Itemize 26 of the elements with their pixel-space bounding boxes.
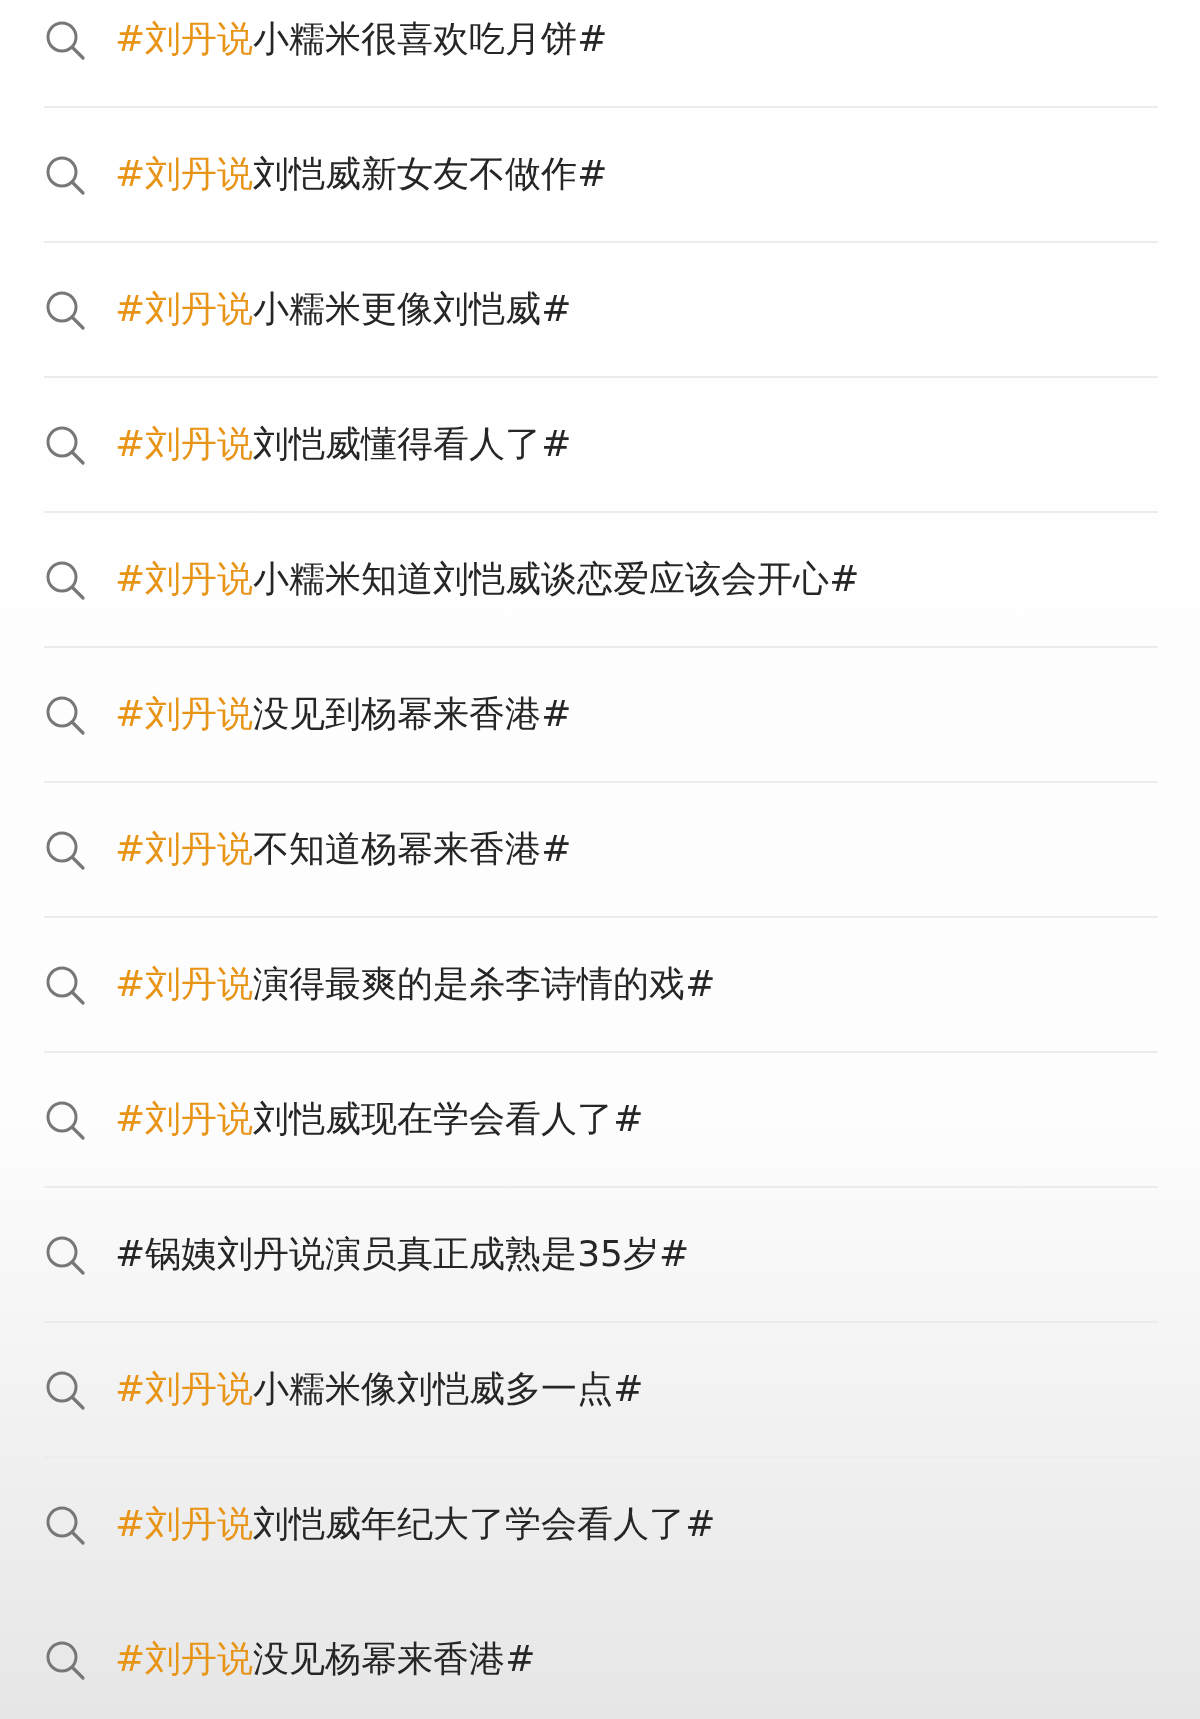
- suggestion-item[interactable]: #刘丹说刘恺威懂得看人了#: [44, 378, 1158, 513]
- suggestion-text: #刘丹说刘恺威懂得看人了#: [115, 422, 572, 466]
- suggestion-text: #刘丹说演得最爽的是杀李诗情的戏#: [115, 962, 716, 1006]
- suggestion-item[interactable]: #刘丹说刘恺威现在学会看人了#: [44, 1053, 1158, 1188]
- suggestion-item[interactable]: #刘丹说小糯米更像刘恺威#: [44, 243, 1158, 378]
- suggestion-item[interactable]: #刘丹说小糯米很喜欢吃月饼#: [44, 0, 1158, 108]
- suggestion-item[interactable]: #刘丹说刘恺威新女友不做作#: [44, 108, 1158, 243]
- suggestion-text: #刘丹说不知道杨幂来香港#: [115, 827, 572, 871]
- suggestion-text: #刘丹说小糯米知道刘恺威谈恋爱应该会开心#: [115, 557, 860, 601]
- suggestion-text: #锅姨刘丹说演员真正成熟是35岁#: [115, 1232, 690, 1276]
- suggestion-text: #刘丹说刘恺威年纪大了学会看人了#: [115, 1502, 716, 1546]
- suggestion-item[interactable]: #刘丹说小糯米知道刘恺威谈恋爱应该会开心#: [44, 513, 1158, 648]
- suggestion-text: #刘丹说小糯米更像刘恺威#: [115, 287, 572, 331]
- suggestion-item[interactable]: #刘丹说没见到杨幂来香港#: [44, 648, 1158, 783]
- suggestion-item[interactable]: #锅姨刘丹说演员真正成熟是35岁#: [44, 1188, 1158, 1323]
- suggestion-text: #刘丹说刘恺威新女友不做作#: [115, 152, 608, 196]
- suggestion-text: #刘丹说没见到杨幂来香港#: [115, 692, 572, 736]
- suggestion-item[interactable]: #刘丹说演得最爽的是杀李诗情的戏#: [44, 918, 1158, 1053]
- suggestion-item[interactable]: #刘丹说不知道杨幂来香港#: [44, 783, 1158, 918]
- suggestion-item[interactable]: #刘丹说小糯米像刘恺威多一点#: [44, 1323, 1158, 1458]
- suggestion-text: #刘丹说小糯米很喜欢吃月饼#: [115, 17, 608, 61]
- suggestion-item[interactable]: #刘丹说刘恺威年纪大了学会看人了#: [44, 1458, 1158, 1593]
- suggestion-text: #刘丹说刘恺威现在学会看人了#: [115, 1097, 644, 1141]
- suggestion-item[interactable]: #刘丹说没见杨幂来香港#: [44, 1593, 1158, 1719]
- suggestion-text: #刘丹说小糯米像刘恺威多一点#: [115, 1367, 644, 1411]
- suggestion-text: #刘丹说没见杨幂来香港#: [115, 1637, 536, 1681]
